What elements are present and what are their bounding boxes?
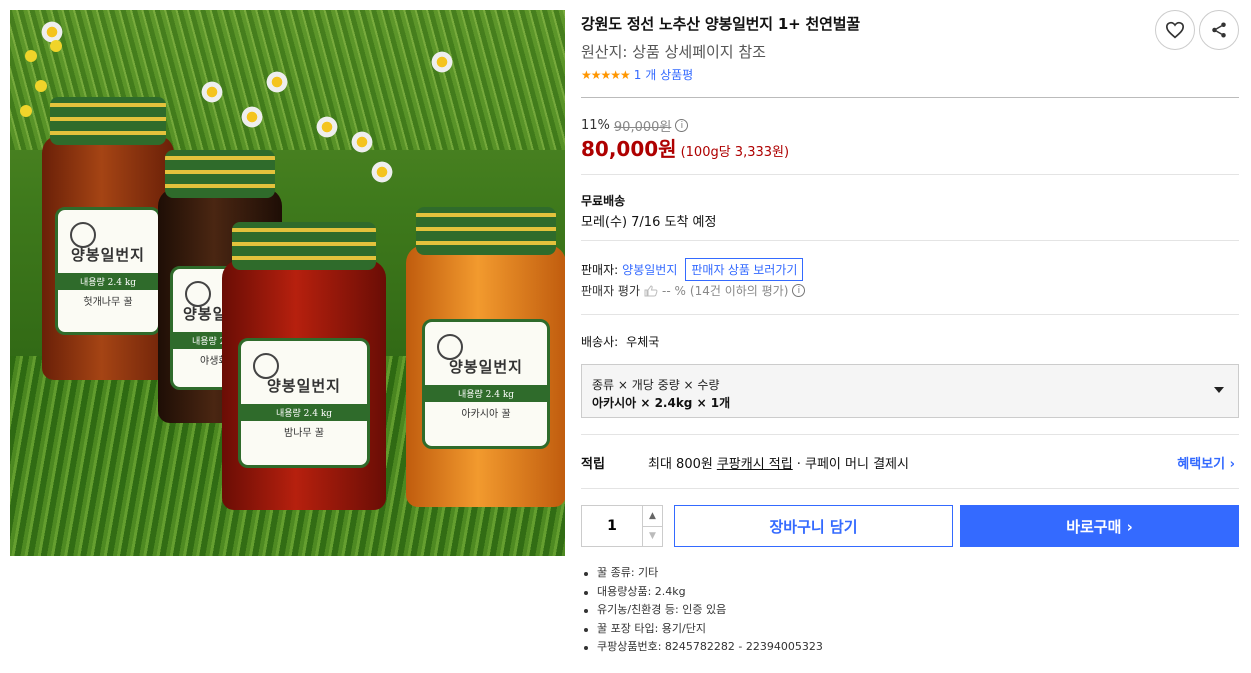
attribute-item: 쿠팡상품번호: 8245782282 - 22394005323 (581, 638, 823, 657)
yellow-flower (50, 40, 62, 52)
honey-jar: 양봉일번지 내용량 2.4 kg 아카시아 꿀 (406, 207, 565, 507)
quantity-input[interactable] (582, 506, 642, 546)
product-title: 강원도 정선 노추산 양봉일번지 1+ 천연벌꿀 (581, 15, 860, 33)
attribute-item: 꿀 포장 타입: 용기/단지 (581, 620, 823, 639)
daisy-flower (350, 130, 374, 154)
honey-jar: 양봉일번지 내용량 2.4 kg 밤나무 꿀 (222, 222, 386, 510)
attribute-item: 유기농/친환경 등: 인증 있음 (581, 601, 823, 620)
benefits-link[interactable]: 혜택보기 › (1177, 453, 1235, 472)
daisy-flower (430, 50, 454, 74)
discount-rate: 11% (581, 118, 610, 133)
divider (581, 97, 1239, 98)
jar-lid (165, 150, 275, 198)
jar-type: 헛개나무 꿀 (83, 297, 133, 308)
beekeeper-face-icon (70, 222, 97, 248)
seller-rating-row: 판매자 평가 -- % (14건 이하의 평가) i (581, 282, 806, 299)
option-value: 아카시아 × 2.4kg × 1개 (592, 396, 731, 410)
jar-brand: 양봉일번지 (448, 358, 523, 376)
review-count-link[interactable]: 1 개 상품평 (634, 66, 693, 83)
option-select[interactable]: 종류 × 개당 중량 × 수량 아카시아 × 2.4kg × 1개 (581, 364, 1239, 418)
yellow-flower (35, 80, 47, 92)
caret-down-icon (1214, 387, 1224, 393)
price-row: 80,000원 (100g당 3,333원) (581, 133, 789, 162)
info-icon[interactable]: i (675, 119, 689, 132)
jar-label: 양봉일번지 내용량 2.4 kg 아카시아 꿀 (422, 319, 550, 449)
option-header: 종류 × 개당 중량 × 수량 (592, 378, 720, 392)
daisy-flower (240, 105, 264, 129)
seller-row: 판매자: 양봉일번지 판매자 상품 보러가기 (581, 258, 804, 281)
jar-lid (415, 207, 557, 255)
jar-lid (49, 97, 167, 145)
jar-label: 양봉일번지 내용량 2.4 kg 밤나무 꿀 (238, 338, 370, 468)
seller-products-button[interactable]: 판매자 상품 보러가기 (685, 258, 804, 281)
divider (581, 314, 1239, 315)
share-icon (1212, 22, 1226, 38)
jar-lid (231, 222, 377, 270)
seller-rating-label: 판매자 평가 (581, 284, 641, 298)
product-image[interactable]: 양봉일번지 내용량 2.4 kg 헛개나무 꿀 양봉일번지 내용량 2.4 kg… (10, 10, 565, 556)
seller-name-link[interactable]: 양봉일번지 (622, 261, 677, 278)
jar-weight: 내용량 2.4 kg (58, 273, 158, 290)
add-to-cart-button[interactable]: 장바구니 담기 (674, 505, 953, 547)
jar-brand: 양봉일번지 (266, 377, 341, 395)
coupang-cash-link[interactable]: 쿠팡캐시 적립 (717, 453, 793, 472)
attribute-item: 꿀 종류: 기타 (581, 564, 823, 583)
reward-label: 적립 (581, 457, 605, 472)
reward-row: 적립 최대 800원 쿠팡캐시 적립 · 쿠페이 머니 결제시 혜택보기 › (581, 453, 1239, 472)
attribute-item: 대용량상품: 2.4kg (581, 583, 823, 602)
jar-brand: 양봉일번지 (70, 246, 145, 264)
wishlist-button[interactable] (1155, 10, 1195, 50)
jar-label: 양봉일번지 내용량 2.4 kg 헛개나무 꿀 (55, 207, 161, 335)
jar-weight: 내용량 2.4 kg (241, 404, 367, 421)
beekeeper-face-icon (437, 334, 463, 360)
yellow-flower (20, 105, 32, 117)
daisy-flower (265, 70, 289, 94)
daisy-flower (370, 160, 394, 184)
honey-jar: 양봉일번지 내용량 2.4 kg 헛개나무 꿀 (42, 97, 174, 380)
quantity-stepper: ▲ ▼ (581, 505, 663, 547)
carrier-name: 우체국 (626, 335, 660, 349)
jar-type: 아카시아 꿀 (461, 409, 511, 420)
shipping-label: 무료배송 (581, 194, 626, 208)
info-icon[interactable]: i (792, 284, 806, 297)
seller-rating-value: -- % (662, 283, 686, 298)
jar-type: 밤나무 꿀 (284, 428, 324, 439)
share-button[interactable] (1199, 10, 1239, 50)
increase-icon[interactable]: ▲ (643, 506, 662, 526)
quantity-steps: ▲ ▼ (642, 506, 662, 546)
daisy-flower (315, 115, 339, 139)
shipping-eta: 모레(수) 7/16 도착 예정 (581, 215, 717, 230)
divider (581, 174, 1239, 175)
star-rating-icon: ★★★★★ (581, 67, 631, 82)
heart-icon (1165, 21, 1185, 39)
product-rating[interactable]: ★★★★★ 1 개 상품평 (581, 66, 693, 83)
product-attributes: 꿀 종류: 기타 대용량상품: 2.4kg 유기농/친환경 등: 인증 있음 꿀… (581, 564, 823, 657)
buy-now-button[interactable]: 바로구매 › (960, 505, 1239, 547)
final-price: 80,000원 (581, 137, 677, 161)
product-origin: 원산지: 상품 상세페이지 참조 (581, 43, 766, 61)
thumb-up-icon (644, 284, 658, 296)
jar-weight: 내용량 2.4 kg (425, 385, 547, 402)
reward-condition: · 쿠페이 머니 결제시 (796, 457, 909, 472)
divider (581, 434, 1239, 435)
daisy-flower (200, 80, 224, 104)
carrier-label: 배송사: (581, 335, 619, 349)
unit-price: (100g당 3,333원) (680, 145, 790, 160)
seller-label: 판매자: (581, 263, 619, 277)
yellow-flower (25, 50, 37, 62)
reward-amount: 최대 800원 (648, 457, 713, 472)
divider (581, 488, 1239, 489)
divider (581, 240, 1239, 241)
seller-rating-note: (14건 이하의 평가) (689, 284, 789, 298)
carrier-row: 배송사: 우체국 (581, 333, 659, 350)
decrease-icon[interactable]: ▼ (643, 525, 662, 547)
